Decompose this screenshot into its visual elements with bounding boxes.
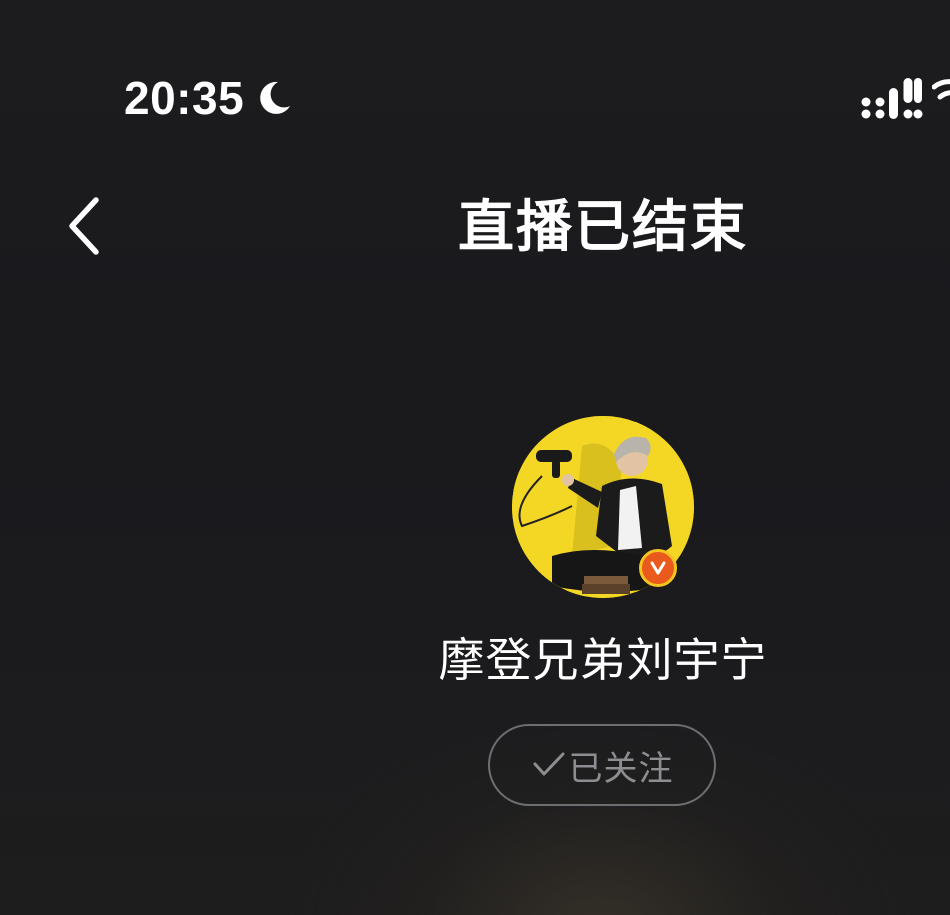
moon-icon — [260, 81, 291, 114]
status-bar-indicators — [860, 74, 950, 120]
follow-label: 已关注 — [568, 748, 674, 789]
check-icon — [533, 752, 564, 776]
page-title: 直播已结束 — [458, 195, 748, 260]
signal-icon — [861, 78, 923, 119]
profile-avatar-container[interactable] — [512, 416, 694, 598]
status-time: 20:35 — [124, 72, 245, 124]
follow-button[interactable]: 已关注 — [488, 724, 716, 806]
v-verified-icon — [650, 561, 666, 575]
user-name[interactable]: 摩登兄弟刘宇宁 — [400, 628, 806, 692]
back-button[interactable] — [52, 188, 116, 264]
status-bar-time: 20:35 — [124, 70, 294, 126]
chevron-left-icon — [69, 197, 99, 255]
wifi-icon — [932, 79, 950, 100]
verified-badge — [639, 549, 677, 587]
